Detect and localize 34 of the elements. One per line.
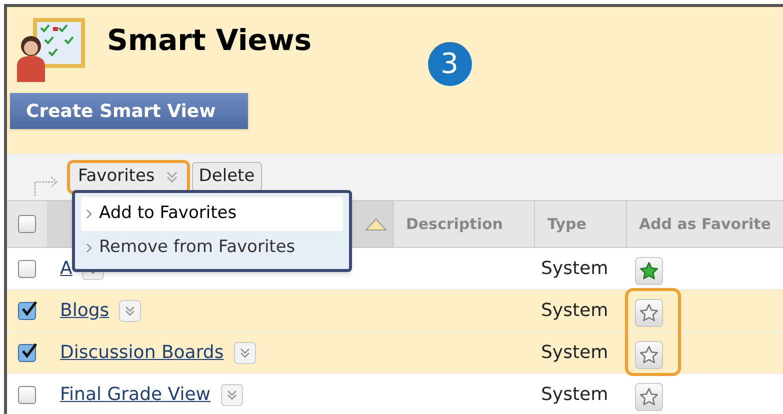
view-name-link[interactable]: Discussion Boards: [60, 339, 224, 366]
delete-button[interactable]: Delete: [192, 162, 262, 192]
double-chevron-icon: [124, 304, 136, 316]
menu-item[interactable]: Remove from Favorites: [81, 231, 343, 265]
row-checkbox[interactable]: [18, 386, 36, 404]
caret-icon: [164, 170, 179, 184]
page-title: Smart Views: [107, 22, 312, 60]
menu-item-label: Add to Favorites: [99, 202, 237, 226]
row-checkbox[interactable]: [18, 215, 36, 233]
sort-up-icon[interactable]: [364, 217, 387, 231]
table-cell-text: System: [540, 257, 610, 281]
options-menu-button[interactable]: [119, 300, 142, 322]
options-menu-button[interactable]: [234, 342, 256, 364]
table-cell-text: System: [540, 299, 610, 323]
favorite-star-button[interactable]: [635, 256, 663, 284]
view-name-link[interactable]: Final Grade View: [60, 381, 211, 408]
star-button[interactable]: [635, 340, 663, 368]
double-chevron-icon: [226, 388, 238, 400]
row-checkbox[interactable]: [18, 344, 36, 362]
star-button[interactable]: [635, 298, 663, 326]
view-name-link[interactable]: Blogs: [60, 297, 110, 324]
row-checkbox[interactable]: [18, 260, 36, 278]
menu-item[interactable]: Add to Favorites: [81, 197, 343, 231]
star-button[interactable]: [635, 382, 663, 410]
row-checkbox[interactable]: [18, 302, 36, 320]
table-cell-text: System: [540, 383, 610, 407]
menu-item-label: Remove from Favorites: [99, 236, 296, 260]
double-chevron-icon: [238, 346, 251, 358]
step-number-badge: 3: [428, 42, 472, 86]
create-smart-view-button[interactable]: Create Smart View: [10, 93, 248, 129]
view-name-link[interactable]: A: [60, 255, 72, 282]
gradebook-person-icon: [15, 16, 87, 84]
table-cell-text: System: [540, 341, 610, 365]
options-menu-button[interactable]: [220, 384, 243, 406]
